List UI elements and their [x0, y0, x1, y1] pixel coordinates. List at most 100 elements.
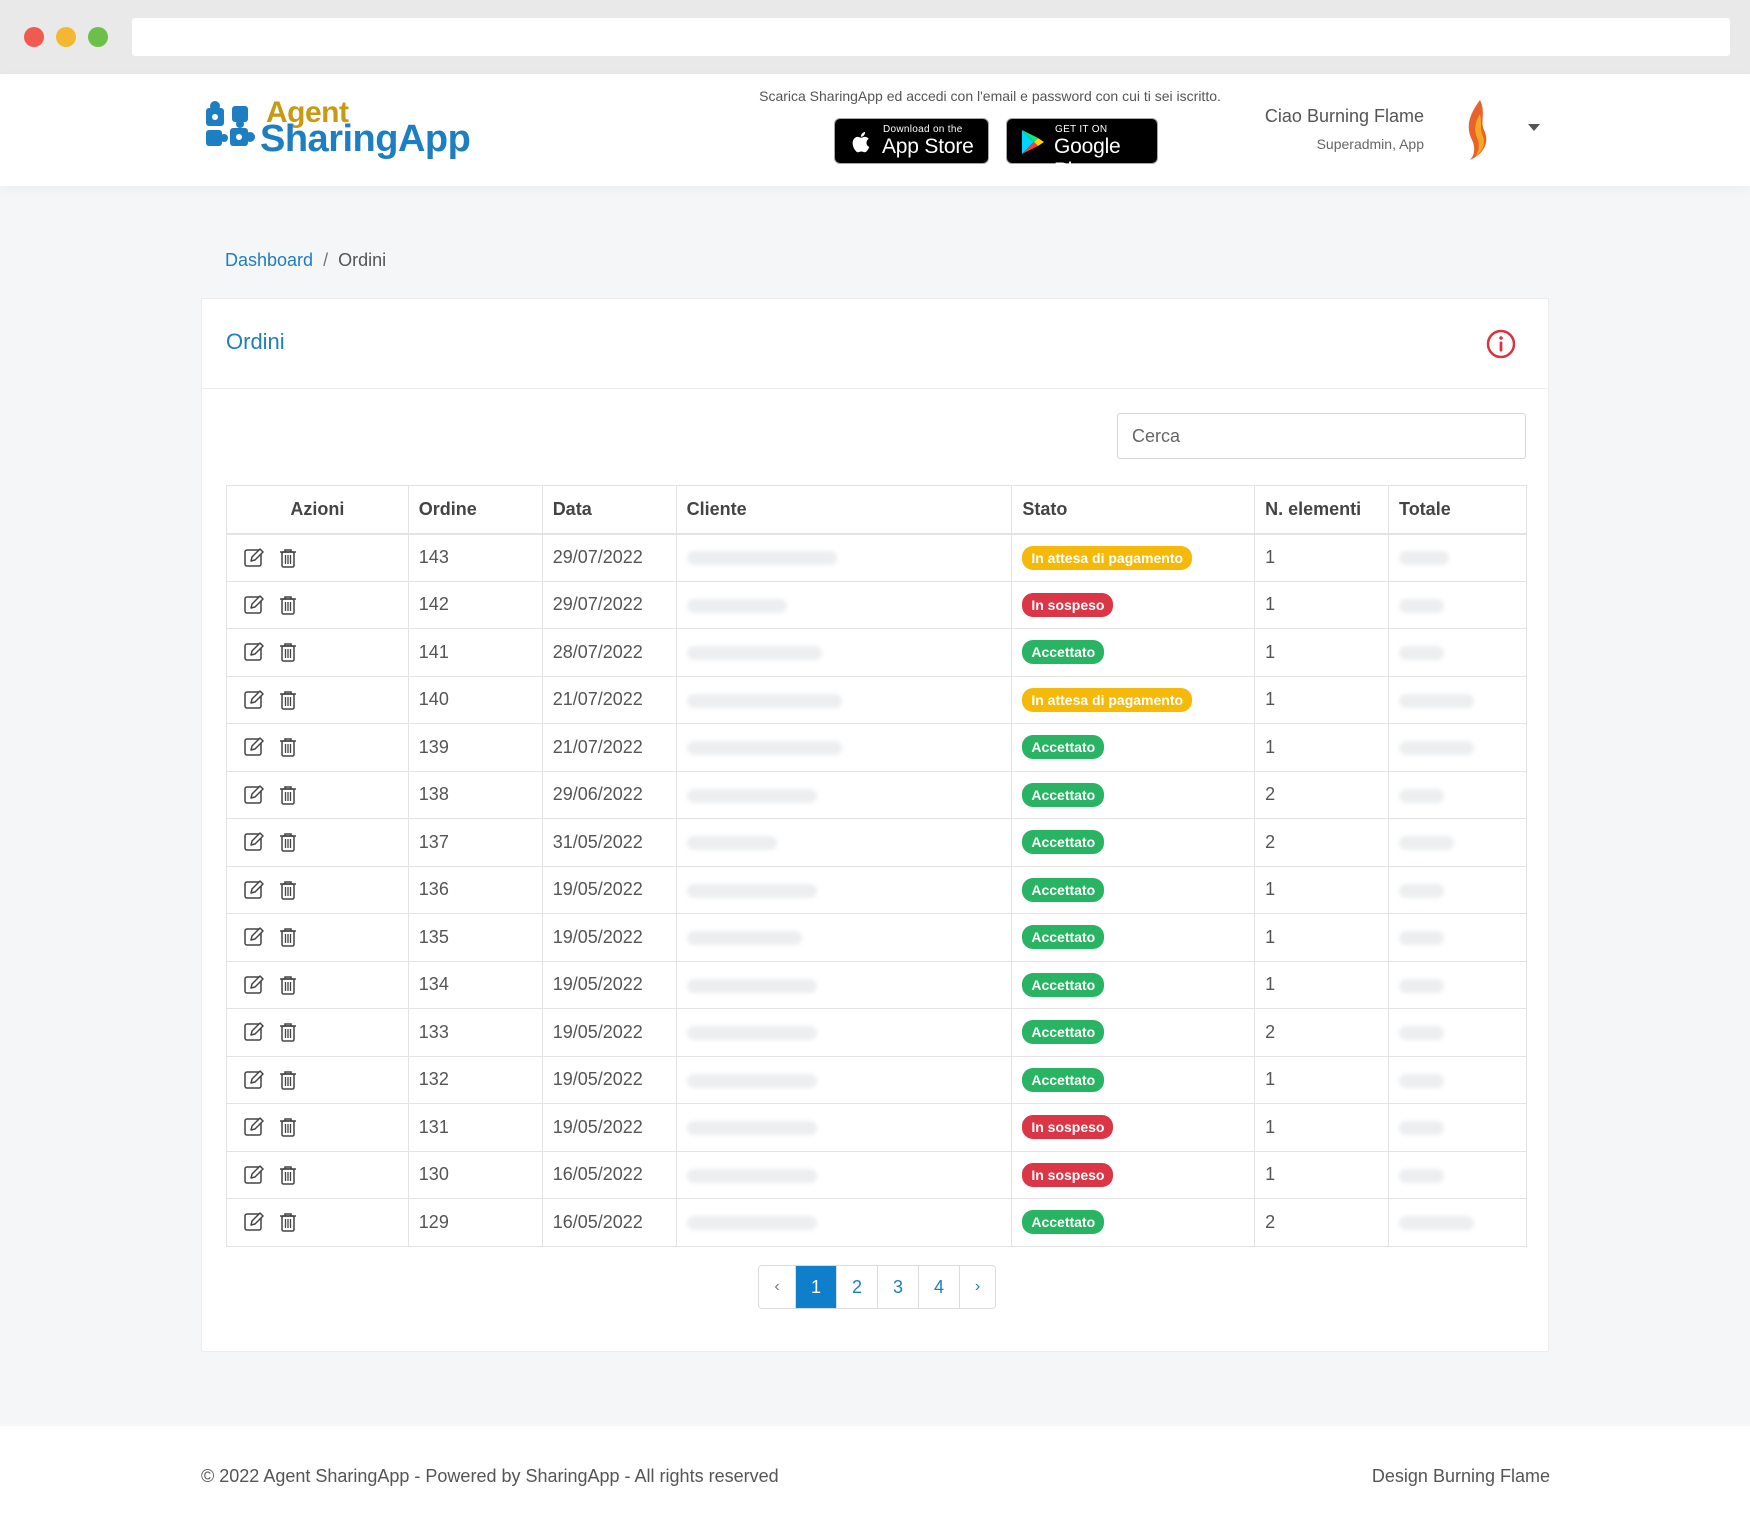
table-row[interactable]: 129 16/05/2022 Accettato 2 [226, 1198, 1527, 1247]
edit-icon[interactable] [243, 879, 265, 901]
window-close-button[interactable] [24, 27, 44, 47]
items-count: 2 [1254, 1198, 1390, 1247]
window-maximize-button[interactable] [88, 27, 108, 47]
items-count: 1 [1254, 533, 1390, 582]
pagination-next-button[interactable]: › [959, 1266, 995, 1308]
user-menu-chevron-down-icon[interactable] [1528, 124, 1540, 131]
total-redacted [1388, 1103, 1527, 1152]
edit-icon[interactable] [243, 1069, 265, 1091]
logo[interactable]: Agent SharingApp [202, 98, 471, 162]
trash-icon[interactable] [277, 1211, 299, 1233]
trash-icon[interactable] [277, 1069, 299, 1091]
edit-icon[interactable] [243, 689, 265, 711]
table-row[interactable]: 142 29/07/2022 In sospeso 1 [226, 580, 1527, 629]
trash-icon[interactable] [277, 689, 299, 711]
address-bar[interactable] [132, 18, 1730, 56]
edit-icon[interactable] [243, 1211, 265, 1233]
footer-design-credit[interactable]: Design Burning Flame [1250, 1466, 1550, 1487]
edit-icon[interactable] [243, 736, 265, 758]
trash-icon[interactable] [277, 1116, 299, 1138]
table-row[interactable]: 143 29/07/2022 In attesa di pagamento 1 [226, 533, 1527, 582]
row-actions [226, 1008, 409, 1057]
app-store-badge[interactable]: Download on the App Store [834, 118, 989, 164]
column-header-date[interactable]: Data [541, 485, 677, 535]
status-badge: Accettato [1022, 735, 1105, 760]
edit-icon[interactable] [243, 547, 265, 569]
pagination-page-3[interactable]: 3 [877, 1266, 918, 1308]
edit-icon[interactable] [243, 974, 265, 996]
flame-avatar-icon[interactable] [1458, 98, 1498, 162]
google-play-small-text: GET IT ON [1055, 124, 1108, 135]
table-row[interactable]: 130 16/05/2022 In sospeso 1 [226, 1150, 1527, 1199]
search-input[interactable] [1117, 413, 1526, 459]
row-actions [226, 533, 409, 582]
order-date: 19/05/2022 [541, 865, 677, 914]
order-date: 21/07/2022 [541, 723, 677, 772]
row-actions [226, 913, 409, 962]
footer: © 2022 Agent SharingApp - Powered by Sha… [0, 1426, 1750, 1523]
column-header-actions[interactable]: Azioni [226, 485, 409, 535]
edit-icon[interactable] [243, 1021, 265, 1043]
table-row[interactable]: 134 19/05/2022 Accettato 1 [226, 960, 1527, 1009]
status-cell: In sospeso [1011, 1150, 1256, 1199]
edit-icon[interactable] [243, 784, 265, 806]
table-row[interactable]: 137 31/05/2022 Accettato 2 [226, 818, 1527, 867]
total-redacted [1388, 913, 1527, 962]
trash-icon[interactable] [277, 1021, 299, 1043]
total-redacted [1388, 1198, 1527, 1247]
window-minimize-button[interactable] [56, 27, 76, 47]
table-row[interactable]: 140 21/07/2022 In attesa di pagamento 1 [226, 675, 1527, 724]
edit-icon[interactable] [243, 641, 265, 663]
edit-icon[interactable] [243, 1164, 265, 1186]
trash-icon[interactable] [277, 736, 299, 758]
trash-icon[interactable] [277, 974, 299, 996]
client-name-redacted [675, 818, 1013, 867]
pagination-page-1[interactable]: 1 [795, 1266, 836, 1308]
status-badge: Accettato [1022, 640, 1105, 665]
edit-icon[interactable] [243, 926, 265, 948]
breadcrumb-dashboard-link[interactable]: Dashboard [225, 250, 313, 270]
table-row[interactable]: 141 28/07/2022 Accettato 1 [226, 628, 1527, 677]
pagination-page-2[interactable]: 2 [836, 1266, 877, 1308]
table-row[interactable]: 133 19/05/2022 Accettato 2 [226, 1008, 1527, 1057]
row-actions [226, 723, 409, 772]
trash-icon[interactable] [277, 547, 299, 569]
trash-icon[interactable] [277, 641, 299, 663]
edit-icon[interactable] [243, 594, 265, 616]
table-row[interactable]: 136 19/05/2022 Accettato 1 [226, 865, 1527, 914]
status-cell: In sospeso [1011, 580, 1256, 629]
column-header-order[interactable]: Ordine [407, 485, 543, 535]
client-name-redacted [675, 960, 1013, 1009]
order-date: 19/05/2022 [541, 1055, 677, 1104]
edit-icon[interactable] [243, 1116, 265, 1138]
trash-icon[interactable] [277, 831, 299, 853]
table-row[interactable]: 135 19/05/2022 Accettato 1 [226, 913, 1527, 962]
column-header-client[interactable]: Cliente [675, 485, 1013, 535]
status-badge: Accettato [1022, 1210, 1105, 1235]
pagination-prev-button[interactable]: ‹ [759, 1266, 795, 1308]
trash-icon[interactable] [277, 926, 299, 948]
edit-icon[interactable] [243, 831, 265, 853]
column-header-total[interactable]: Totale [1388, 485, 1527, 535]
total-redacted [1388, 960, 1527, 1009]
items-count: 1 [1254, 913, 1390, 962]
info-icon[interactable] [1485, 328, 1517, 360]
google-play-badge[interactable]: GET IT ON Google Play [1006, 118, 1158, 182]
column-header-status[interactable]: Stato [1011, 485, 1256, 535]
status-badge: Accettato [1022, 972, 1105, 997]
trash-icon[interactable] [277, 1164, 299, 1186]
table-row[interactable]: 138 29/06/2022 Accettato 2 [226, 770, 1527, 819]
trash-icon[interactable] [277, 594, 299, 616]
client-name-redacted [675, 580, 1013, 629]
row-actions [226, 675, 409, 724]
trash-icon[interactable] [277, 784, 299, 806]
pagination-page-4[interactable]: 4 [918, 1266, 959, 1308]
status-cell: Accettato [1011, 1008, 1256, 1057]
column-header-items[interactable]: N. elementi [1254, 485, 1390, 535]
table-row[interactable]: 131 19/05/2022 In sospeso 1 [226, 1103, 1527, 1152]
table-row[interactable]: 139 21/07/2022 Accettato 1 [226, 723, 1527, 772]
table-row[interactable]: 132 19/05/2022 Accettato 1 [226, 1055, 1527, 1104]
row-actions [226, 628, 409, 677]
main-content: Dashboard / Ordini Ordini Azioni Ordine Da… [0, 186, 1750, 1426]
trash-icon[interactable] [277, 879, 299, 901]
